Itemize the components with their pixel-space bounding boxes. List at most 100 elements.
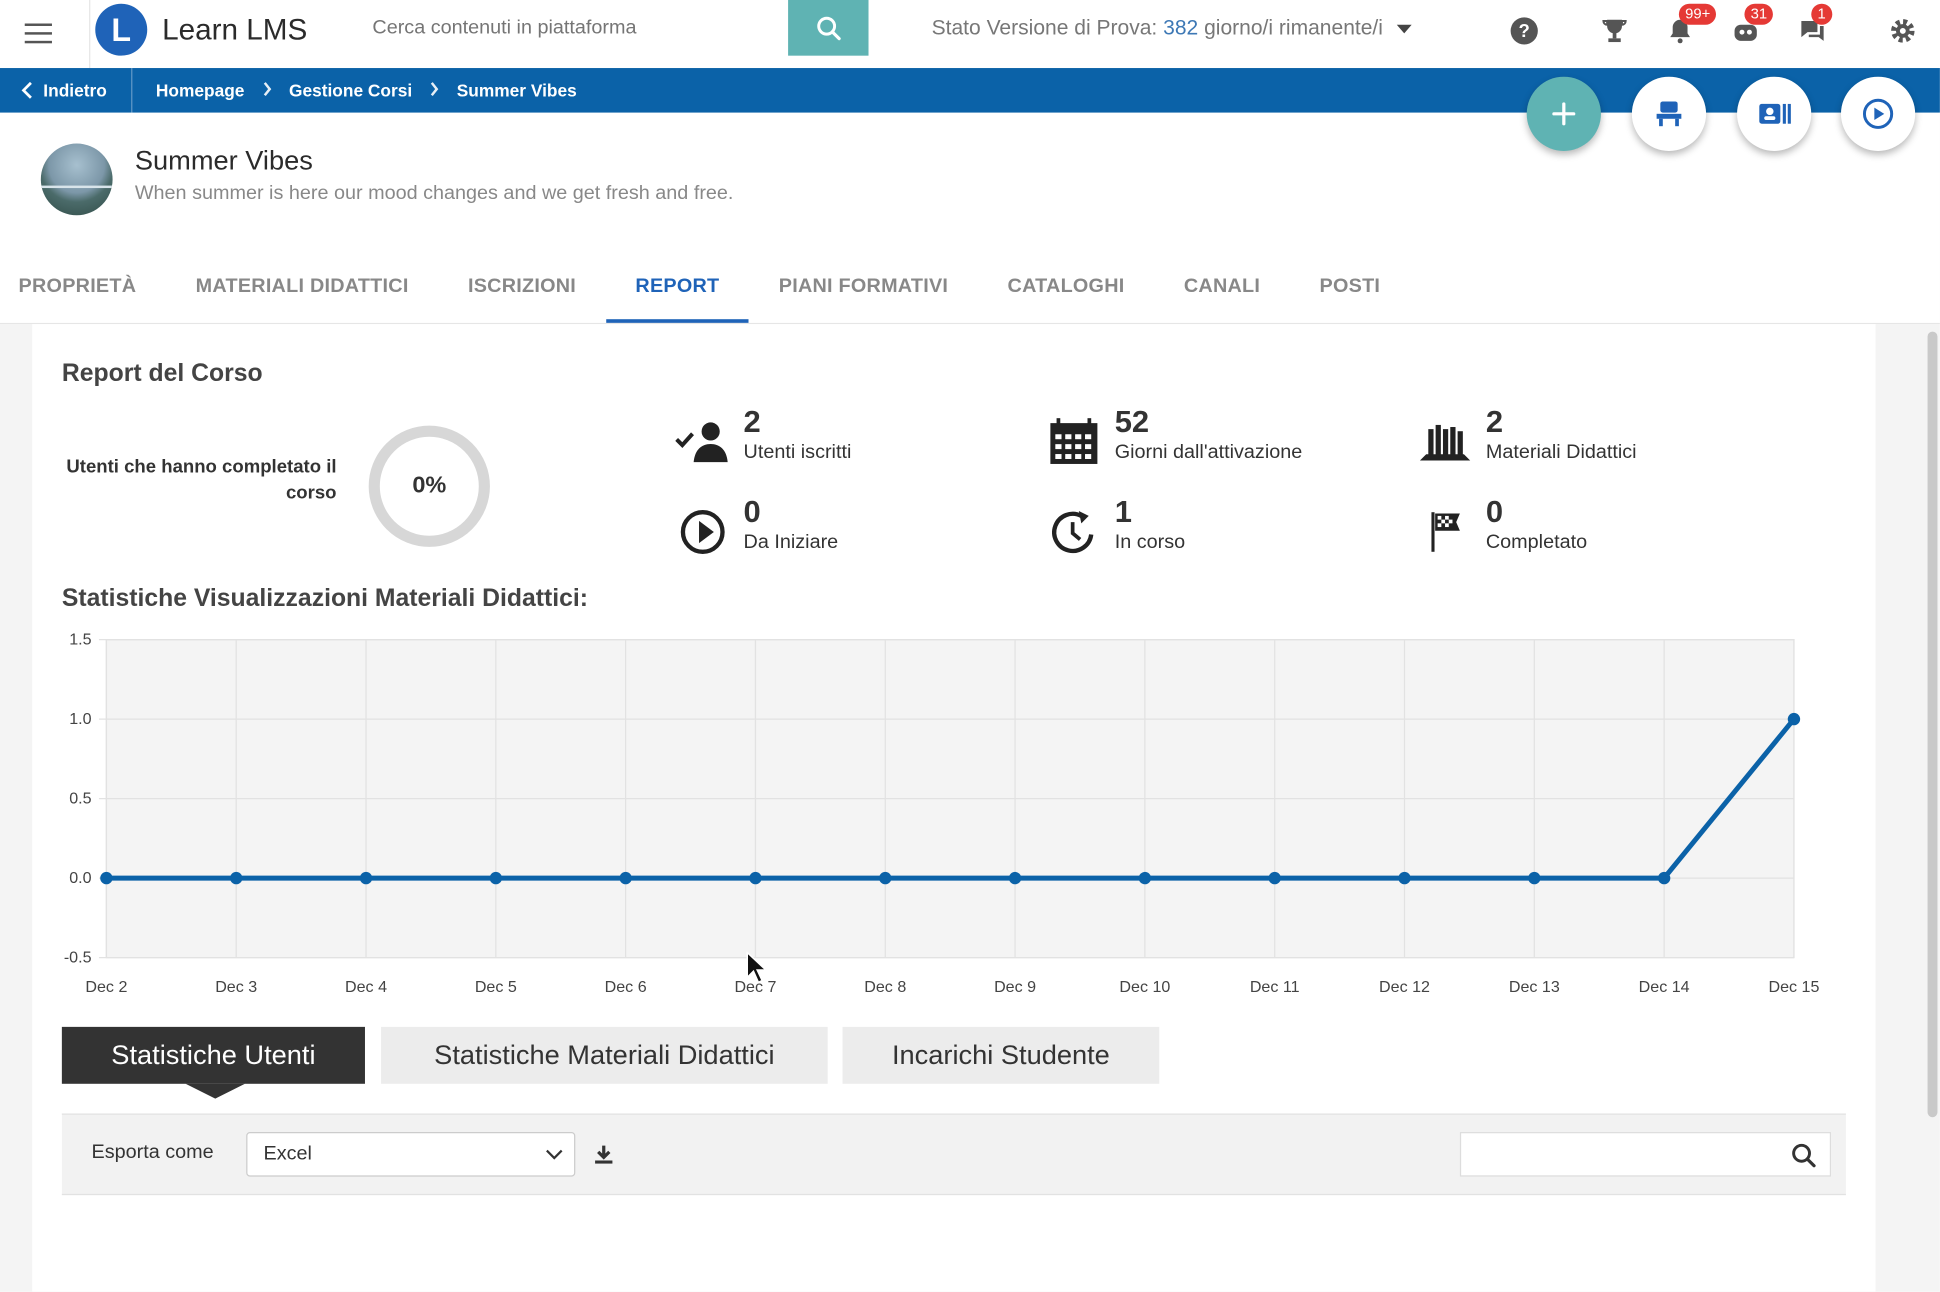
tab-materials[interactable]: MATERIALI DIDATTICI <box>166 256 438 323</box>
data-point <box>749 871 762 885</box>
data-point <box>1138 871 1152 885</box>
breadcrumb-course-management[interactable]: Gestione Corsi <box>289 80 412 100</box>
stat-value: 52 <box>1114 404 1150 440</box>
data-point <box>879 871 892 885</box>
data-point <box>1398 871 1411 885</box>
data-point <box>1268 871 1281 885</box>
mouse-cursor-icon <box>746 951 768 984</box>
x-tick-label: Dec 5 <box>475 978 517 996</box>
x-tick-label: Dec 2 <box>85 978 127 996</box>
y-tick-label: -0.5 <box>64 949 92 967</box>
stat-value: 0 <box>1485 494 1504 530</box>
add-button[interactable] <box>1526 76 1601 151</box>
trial-status[interactable]: Stato Versione di Prova: 382 giorno/i ri… <box>931 16 1412 41</box>
library-icon <box>1418 417 1472 466</box>
tab-training-plans[interactable]: PIANI FORMATIVI <box>749 256 978 323</box>
search-input[interactable] <box>350 0 789 56</box>
stat-value: 0 <box>743 494 761 530</box>
export-format-select[interactable]: Excel <box>246 1132 576 1177</box>
x-tick-label: Dec 4 <box>345 978 387 996</box>
clock-progress-icon <box>1047 507 1101 556</box>
bell-icon[interactable]: 99+ <box>1664 3 1717 47</box>
download-icon <box>595 1145 613 1164</box>
y-tick-label: 1.0 <box>69 710 91 728</box>
trial-prefix: Stato Versione di Prova: <box>931 16 1158 40</box>
breadcrumb-homepage[interactable]: Homepage <box>156 80 245 100</box>
chevron-down-icon <box>546 1149 563 1160</box>
classroom-icon <box>1656 101 1682 127</box>
tab-report[interactable]: REPORT <box>605 256 750 323</box>
export-label: Esporta come <box>91 1141 214 1163</box>
flag-icon <box>1418 507 1472 556</box>
data-point <box>1787 712 1801 726</box>
data-point <box>1657 871 1671 885</box>
table-search-input[interactable] <box>1459 1132 1832 1177</box>
scrollbar[interactable] <box>1927 331 1938 1118</box>
x-tick-label: Dec 14 <box>1639 978 1690 996</box>
search-icon <box>1792 1143 1816 1168</box>
app-root: L Learn LMS Stato Versione di Prova: 382… <box>0 0 1940 1292</box>
stat-label: In corso <box>1114 531 1186 554</box>
x-tick-label: Dec 12 <box>1379 978 1430 996</box>
breadcrumb: Homepage Gestione Corsi Summer Vibes <box>156 68 577 113</box>
x-tick-label: Dec 3 <box>215 978 257 996</box>
data-point <box>359 871 373 885</box>
classroom-button[interactable] <box>1631 76 1707 151</box>
notification-badge: 99+ <box>1678 3 1717 25</box>
tab-user-stats[interactable]: Statistiche Utenti <box>61 1026 365 1099</box>
play-circle-icon <box>676 507 730 556</box>
data-point <box>1528 871 1541 885</box>
tab-material-stats[interactable]: Statistiche Materiali Didattici <box>381 1026 828 1084</box>
data-point <box>230 871 243 885</box>
stat-value: 1 <box>1114 494 1132 530</box>
completion-label: Utenti che hanno completato il corso <box>66 456 337 504</box>
tab-properties[interactable]: PROPRIETÀ <box>0 256 166 323</box>
search-icon <box>816 16 841 40</box>
export-toolbar: Esporta come Excel <box>61 1113 1846 1196</box>
chat-badge: 1 <box>1811 3 1832 25</box>
logo[interactable]: L Learn LMS <box>89 0 350 69</box>
chevron-left-icon <box>21 81 32 99</box>
search-button[interactable] <box>788 0 869 56</box>
robot-icon[interactable]: 31 <box>1730 3 1774 47</box>
y-tick-label: 1.5 <box>69 631 91 649</box>
y-tick-label: 0.5 <box>69 790 91 808</box>
download-button[interactable] <box>591 1142 618 1169</box>
id-card-button[interactable] <box>1737 76 1812 151</box>
tab-student-assignments[interactable]: Incarichi Studente <box>842 1026 1160 1084</box>
stat-label: Materiali Didattici <box>1485 441 1637 463</box>
tab-channels[interactable]: CANALI <box>1154 256 1290 323</box>
menu-icon[interactable] <box>22 17 54 49</box>
user-check-icon <box>675 417 730 466</box>
breadcrumb-current: Summer Vibes <box>456 80 577 101</box>
data-point <box>1008 871 1022 885</box>
chevron-right-icon <box>430 80 440 100</box>
data-point <box>489 871 503 885</box>
back-button[interactable]: Indietro <box>0 68 133 113</box>
views-line-chart: Dec 2 Dec 3 Dec 4 Dec 5 Dec 6 Dec 7 Dec 8 Dec 9… <box>64 631 1820 997</box>
tab-enrollments[interactable]: ISCRIZIONI <box>438 256 605 323</box>
messages-badge: 31 <box>1744 3 1774 25</box>
trial-suffix: giorno/i rimanente/i <box>1204 16 1383 40</box>
chart-title: Statistiche Visualizzazioni Materiali Di… <box>61 585 589 613</box>
x-tick-label: Dec 8 <box>864 978 906 996</box>
tab-seats[interactable]: POSTI <box>1290 256 1410 323</box>
stat-value: 2 <box>743 404 761 440</box>
chevron-right-icon <box>262 80 272 100</box>
calendar-icon <box>1047 417 1101 466</box>
trophy-icon[interactable] <box>1598 15 1630 47</box>
x-tick-label: Dec 9 <box>994 978 1036 996</box>
plus-icon <box>1552 102 1576 126</box>
chat-icon[interactable]: 1 <box>1796 3 1832 47</box>
data-point <box>619 871 632 885</box>
stat-label: Completato <box>1485 531 1588 554</box>
help-icon[interactable]: ? <box>1508 15 1540 47</box>
play-button[interactable] <box>1840 76 1916 151</box>
x-tick-label: Dec 6 <box>605 978 647 996</box>
tab-catalogs[interactable]: CATALOGHI <box>978 256 1154 323</box>
gear-icon[interactable] <box>1887 15 1919 47</box>
x-tick-label: Dec 11 <box>1250 978 1300 996</box>
stat-label: Da Iniziare <box>743 531 839 554</box>
completion-percent: 0% <box>412 472 447 499</box>
course-description: When summer is here our mood changes and… <box>134 183 734 205</box>
